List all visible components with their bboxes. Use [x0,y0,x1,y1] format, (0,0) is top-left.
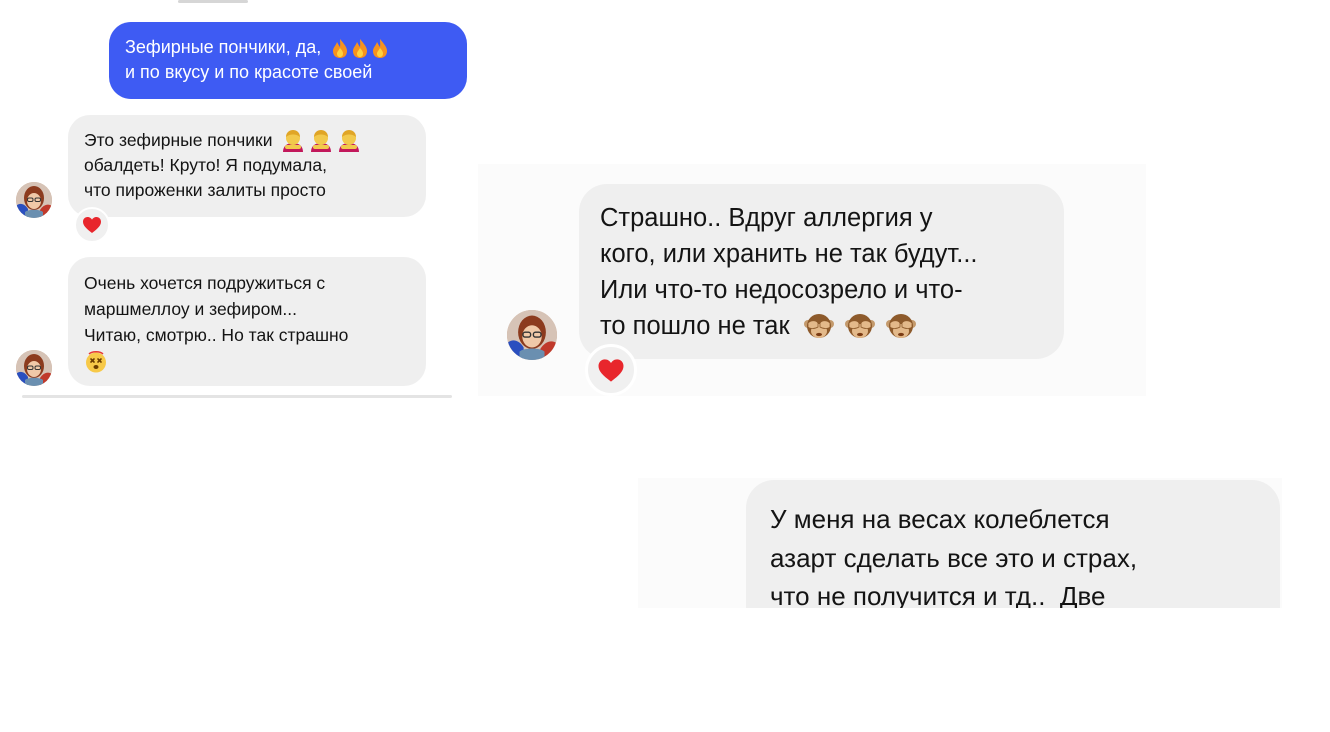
received-message-1-line-2: обалдеть! Круто! Я подумала, [84,155,327,176]
cut-off-next-bubble [22,395,452,398]
received-message-1-line-1: Это зефирные пончики [84,130,273,150]
received-message-line-4: то пошло не так [600,312,790,340]
see-no-evil-monkey-emoji [803,311,921,343]
avatar[interactable] [16,182,52,218]
chat-screenshot-bottom: У меня на весах колеблется азарт сделать… [638,478,1282,608]
person-bowing-emoji [280,129,362,153]
sent-message-line-2: и по вкусу и по красоте своей [125,62,373,82]
received-message-1-line-3: что пироженки залиты просто [84,180,326,201]
received-message-2-line-1: Очень хочется подружиться с [84,273,326,293]
received-message-line-2: азарт сделать все это и страх, [770,542,1138,573]
fire-emoji [330,37,390,59]
avatar[interactable] [507,310,557,360]
received-message-bubble[interactable]: Страшно.. Вдруг аллергия у кого, или хра… [579,184,1064,359]
received-message-line-3: что не получится и тд.. Две [770,581,1106,608]
chat-screenshot-middle: Страшно.. Вдруг аллергия у кого, или хра… [478,164,1146,396]
dizzy-face-emoji [84,350,108,374]
received-message-line-1: Страшно.. Вдруг аллергия у [600,204,933,232]
sent-message-line-1: Зефирные пончики, да, [125,37,322,57]
reaction-heart[interactable] [585,344,637,396]
heart-icon [598,358,624,382]
chat-screenshot-left: Зефирные пончики, да, и по вкусу и по кр… [0,0,470,400]
avatar[interactable] [16,350,52,386]
reaction-heart[interactable] [74,207,110,243]
cut-off-bubble-top [178,0,248,3]
heart-icon [83,217,101,233]
received-message-bubble-1[interactable]: Это зефирные пончики обалдеть! Круто! Я … [68,115,426,217]
received-message-2-line-3: Читаю, смотрю.. Но так страшно [84,325,349,345]
received-message-line-3: Или что-то недосозрело и что- [600,276,963,304]
received-message-2-line-2: маршмеллоу и зефиром... [84,299,297,319]
received-message-bubble-2[interactable]: Очень хочется подружиться с маршмеллоу и… [68,257,426,386]
sent-message-bubble[interactable]: Зефирные пончики, да, и по вкусу и по кр… [109,22,467,99]
received-message-bubble[interactable]: У меня на весах колеблется азарт сделать… [746,480,1280,608]
received-message-line-1: У меня на весах колеблется [770,504,1110,534]
received-message-line-2: кого, или хранить не так будут... [600,240,978,268]
